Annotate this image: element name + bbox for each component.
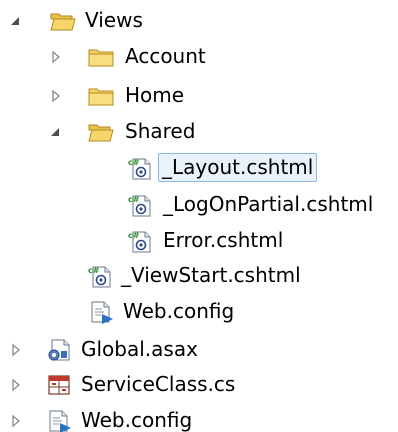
tree-node-label: Shared <box>125 119 196 143</box>
tree-node-label: Account <box>125 44 206 68</box>
tree-node-label: Web.config <box>123 299 235 323</box>
tree-node-label: Global.asax <box>81 337 198 361</box>
tree-node-label: _Layout.cshtml <box>158 153 318 182</box>
tree-node-logonpartial-cshtml[interactable]: c# _LogOnPartial.cshtml <box>0 188 398 222</box>
triangle-collapsed-icon[interactable] <box>48 49 64 65</box>
tree-node-label: _LogOnPartial.cshtml <box>163 192 374 216</box>
tree-node-label: Views <box>85 8 143 32</box>
triangle-collapsed-icon[interactable] <box>8 377 24 393</box>
tree-node-label: Home <box>125 83 185 107</box>
tree-node-account[interactable]: Account <box>0 40 398 74</box>
asax-file-icon <box>46 338 72 362</box>
svg-text:c#: c# <box>128 231 140 240</box>
triangle-collapsed-icon[interactable] <box>48 88 64 104</box>
folder-closed-icon <box>88 84 114 108</box>
svg-text:c#: c# <box>88 266 100 275</box>
tree-node-home[interactable]: Home <box>0 79 398 113</box>
tree-node-shared[interactable]: Shared <box>0 115 398 149</box>
cshtml-file-icon: c# <box>128 156 154 180</box>
cshtml-file-icon: c# <box>128 229 154 253</box>
tree-node-views-webconfig[interactable]: Web.config <box>0 295 398 329</box>
triangle-expanded-icon[interactable] <box>8 13 24 29</box>
tree-node-label: Web.config <box>81 408 193 432</box>
folder-closed-icon <box>88 45 114 69</box>
triangle-collapsed-icon[interactable] <box>8 413 24 429</box>
triangle-expanded-icon[interactable] <box>48 124 64 140</box>
tree-node-viewstart-cshtml[interactable]: c# _ViewStart.cshtml <box>0 259 398 293</box>
tree-node-layout-cshtml[interactable]: c# _Layout.cshtml <box>0 151 398 185</box>
cshtml-file-icon: c# <box>128 193 154 217</box>
tree-node-root-webconfig[interactable]: Web.config <box>0 404 398 432</box>
tree-node-error-cshtml[interactable]: c# Error.cshtml <box>0 224 398 258</box>
tree-node-serviceclass-cs[interactable]: ServiceClass.cs <box>0 368 398 402</box>
svg-text:c#: c# <box>128 158 140 167</box>
csharp-class-file-icon <box>46 373 72 397</box>
folder-open-icon <box>50 9 76 33</box>
cshtml-file-icon: c# <box>88 264 114 288</box>
tree-node-label: Error.cshtml <box>163 228 284 252</box>
tree-node-global-asax[interactable]: Global.asax <box>0 333 398 367</box>
tree-node-label: _ViewStart.cshtml <box>121 263 301 287</box>
svg-text:c#: c# <box>128 195 140 204</box>
tree-node-views[interactable]: Views <box>0 4 398 38</box>
triangle-collapsed-icon[interactable] <box>8 342 24 358</box>
config-file-icon <box>46 409 72 432</box>
folder-open-icon <box>88 120 114 144</box>
tree-node-label: ServiceClass.cs <box>81 372 236 396</box>
config-file-icon <box>88 300 114 324</box>
